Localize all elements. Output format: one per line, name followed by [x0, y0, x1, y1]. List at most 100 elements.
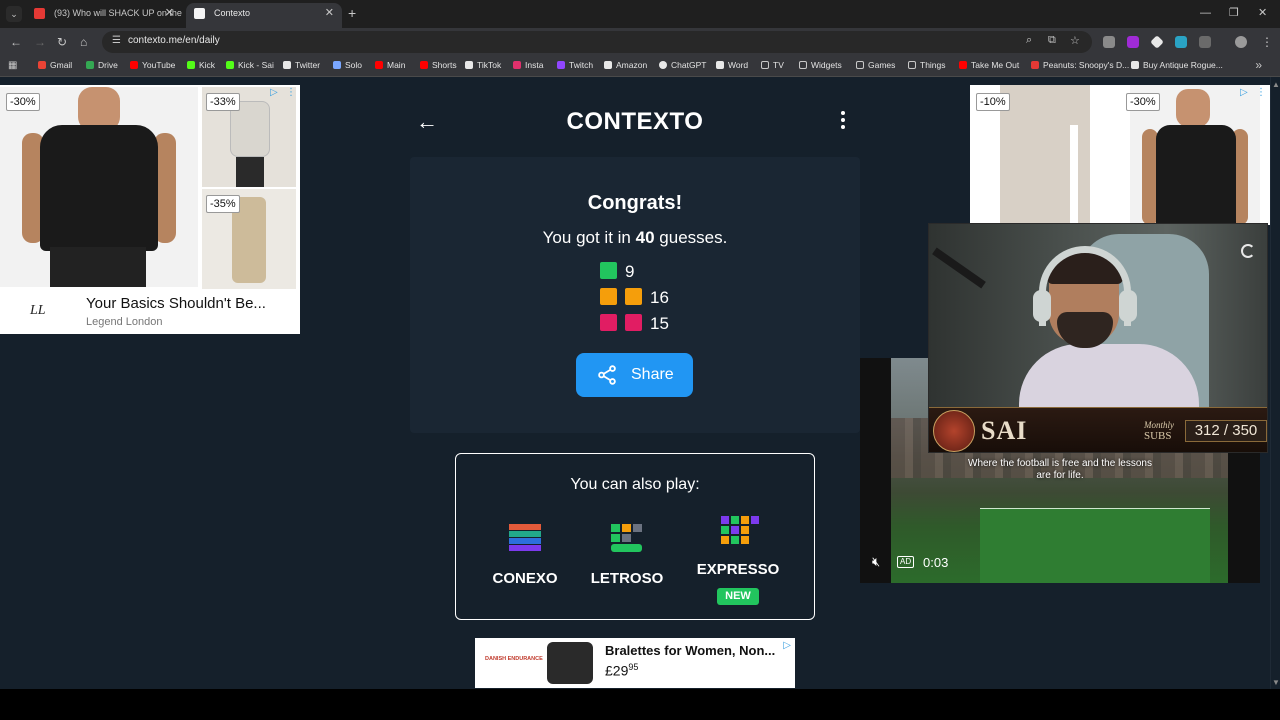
- reload-icon[interactable]: ↻: [57, 35, 67, 49]
- tab-youtube[interactable]: (93) Who will SHACK UP on the ✕: [26, 3, 182, 28]
- ad-product-image[interactable]: [1000, 85, 1090, 225]
- video-time: 0:03: [923, 555, 949, 570]
- page-scrollbar[interactable]: [1270, 77, 1280, 689]
- right-display-ad[interactable]: -10% -30% ▷ ⋮: [970, 85, 1270, 225]
- bookmark-twitter[interactable]: Twitter: [283, 59, 320, 71]
- adchoices-icon[interactable]: ▷: [783, 640, 791, 651]
- x-icon: [283, 61, 291, 69]
- adchoices-icon[interactable]: ▷: [1240, 87, 1252, 99]
- tab-label: (93) Who will SHACK UP on the: [54, 8, 182, 18]
- ad-close-icon[interactable]: ⋮: [1256, 87, 1266, 98]
- extension-icon[interactable]: [1103, 36, 1115, 48]
- ad-close-icon[interactable]: ⋮: [286, 87, 296, 98]
- bookmark-peanuts[interactable]: Peanuts: Snoopy's D...: [1031, 59, 1129, 71]
- gmail-icon: [38, 61, 46, 69]
- bookmark-youtube[interactable]: YouTube: [130, 59, 175, 71]
- bookmark-star-icon[interactable]: ☆: [1070, 34, 1080, 47]
- bookmark-chatgpt[interactable]: ChatGPT: [659, 59, 706, 71]
- yellow-square-icon: [625, 288, 642, 305]
- conexo-icon[interactable]: [509, 524, 541, 551]
- bookmark-folder-games[interactable]: Games: [856, 59, 895, 71]
- expresso-icon[interactable]: [721, 516, 759, 544]
- trousers-gap: [1070, 125, 1078, 225]
- extensions-puzzle-icon[interactable]: [1199, 36, 1211, 48]
- share-button[interactable]: Share: [576, 353, 693, 397]
- bookmark-twitch[interactable]: Twitch: [557, 59, 593, 71]
- ad-product-image[interactable]: [0, 87, 198, 287]
- tab-label: Contexto: [214, 8, 251, 18]
- chatgpt-icon: [659, 61, 667, 69]
- bookmark-kick[interactable]: Kick: [187, 59, 215, 71]
- streamer-name: SAI: [981, 416, 1028, 445]
- more-bookmarks-icon[interactable]: »: [1255, 58, 1262, 72]
- expresso-link[interactable]: EXPRESSO: [688, 561, 788, 578]
- site-info-icon[interactable]: ☰: [112, 35, 121, 46]
- bookmark-take-me-out[interactable]: Take Me Out: [959, 59, 1019, 71]
- address-bar[interactable]: ☰ contexto.me/en/daily ⌕ ⧉ ☆: [102, 31, 1092, 53]
- adchoices-icon[interactable]: ▷: [270, 87, 282, 99]
- extension-icon[interactable]: [1150, 35, 1164, 49]
- extension-icon[interactable]: [1127, 36, 1139, 48]
- folder-icon: [856, 61, 864, 69]
- bookmark-main[interactable]: Main: [375, 59, 405, 71]
- browser-menu-icon[interactable]: ⋮: [1261, 35, 1273, 49]
- bottom-banner-ad[interactable]: DANISH ENDURANCE Bralettes for Women, No…: [475, 638, 795, 688]
- bookmark-folder-things[interactable]: Things: [908, 59, 946, 71]
- scroll-up-icon[interactable]: ▲: [1272, 80, 1280, 89]
- ad-product-image[interactable]: [547, 642, 593, 684]
- scroll-down-icon[interactable]: ▼: [1272, 678, 1280, 687]
- bookmark-drive[interactable]: Drive: [86, 59, 118, 71]
- bookmark-word[interactable]: Word: [716, 59, 748, 71]
- model-legs: [236, 157, 264, 187]
- sai-emblem-logo: [933, 410, 975, 452]
- restore-icon[interactable]: ❐: [1229, 7, 1239, 19]
- extension-icon[interactable]: [1175, 36, 1187, 48]
- amazon-icon: [604, 61, 612, 69]
- menu-kebab-icon[interactable]: [838, 111, 848, 133]
- ad-headline[interactable]: Your Basics Shouldn't Be...: [86, 295, 266, 312]
- new-tab-icon[interactable]: +: [348, 6, 356, 20]
- bookmark-gmail[interactable]: Gmail: [38, 59, 72, 71]
- bookmark-amazon[interactable]: Amazon: [604, 59, 647, 71]
- letroso-link[interactable]: LETROSO: [578, 570, 676, 587]
- bookmark-antique-rogue[interactable]: Buy Antique Rogue...: [1131, 59, 1223, 71]
- tiktok-icon: [465, 61, 473, 69]
- model-legs: [50, 247, 146, 287]
- tab-search-icon[interactable]: ⌄: [6, 6, 22, 22]
- home-icon[interactable]: ⌂: [80, 35, 87, 49]
- install-icon[interactable]: ⧉: [1048, 34, 1056, 47]
- folder-icon: [761, 61, 769, 69]
- tab-close-icon[interactable]: ✕: [165, 3, 174, 24]
- new-badge: NEW: [717, 588, 759, 605]
- ad-headline[interactable]: Bralettes for Women, Non...: [605, 643, 775, 658]
- bookmark-insta[interactable]: Insta: [513, 59, 543, 71]
- profile-avatar[interactable]: [1235, 36, 1247, 48]
- kick-icon: [187, 61, 195, 69]
- muted-speaker-icon[interactable]: 🔇︎: [872, 554, 880, 570]
- tab-close-icon[interactable]: ✕: [325, 3, 334, 24]
- back-nav-icon[interactable]: ←: [10, 35, 22, 49]
- zoom-icon[interactable]: ⌕: [1026, 34, 1032, 47]
- minimize-icon[interactable]: —: [1200, 7, 1211, 19]
- forward-nav-icon[interactable]: →: [34, 35, 46, 49]
- youtube-icon: [375, 61, 383, 69]
- bookmark-folder-tv[interactable]: TV: [761, 59, 784, 71]
- conexo-link[interactable]: CONEXO: [476, 570, 574, 587]
- bookmark-kick-sai[interactable]: Kick - Sai: [226, 59, 274, 71]
- back-arrow-icon[interactable]: ←: [416, 111, 438, 133]
- bookmark-tiktok[interactable]: TikTok: [465, 59, 501, 71]
- close-window-icon[interactable]: ✕: [1258, 7, 1267, 19]
- tshirt-shape: [1156, 125, 1236, 225]
- bookmark-shorts[interactable]: Shorts: [420, 59, 457, 71]
- subs-count: 312 / 350: [1185, 420, 1267, 442]
- left-display-ad[interactable]: -30% -33% -35% ▷ ⋮ LL Your Basics Should…: [0, 85, 300, 334]
- bookmark-folder-widgets[interactable]: Widgets: [799, 59, 842, 71]
- tab-contexto[interactable]: Contexto ✕: [186, 3, 342, 28]
- notion-icon: [1131, 61, 1139, 69]
- instagram-icon: [513, 61, 521, 69]
- letroso-icon[interactable]: [611, 524, 642, 552]
- apps-grid-icon[interactable]: ▦: [8, 60, 17, 71]
- bookmark-solo[interactable]: Solo: [333, 59, 362, 71]
- word-icon: [716, 61, 724, 69]
- yellow-square-icon: [600, 288, 617, 305]
